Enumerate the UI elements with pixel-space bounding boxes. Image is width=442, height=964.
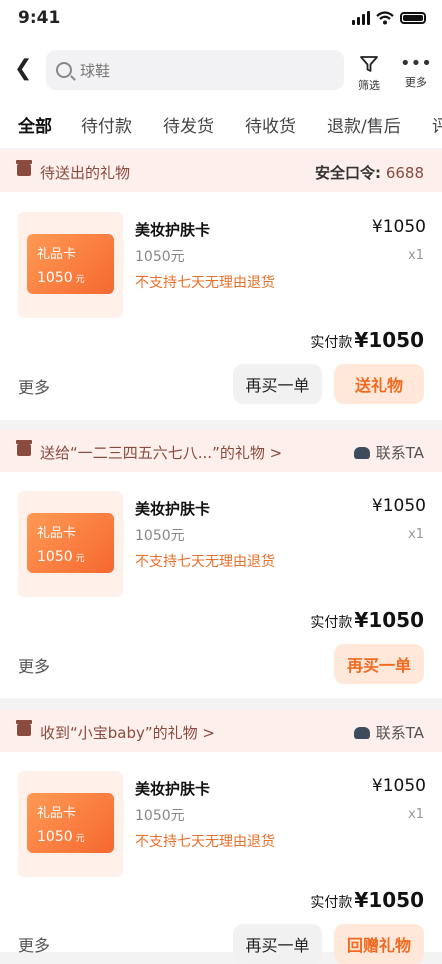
status-icons (352, 11, 426, 25)
product-price: ¥1050 (371, 776, 426, 796)
return-policy-note: 不支持七天无理由退货 (135, 554, 275, 570)
gift-icon (16, 160, 32, 176)
tab-pending-shipment[interactable]: 待发货 (163, 112, 214, 137)
product-thumbnail[interactable]: 礼品卡 1050 元 (18, 491, 123, 597)
product-spec: 1050元 (135, 808, 185, 824)
product-thumbnail[interactable]: 礼品卡 1050 元 (18, 212, 123, 318)
contact-icon (353, 726, 370, 739)
tab-all[interactable]: 全部 (18, 112, 52, 137)
status-time: 9:41 (18, 8, 61, 28)
return-policy-note: 不支持七天无理由退货 (135, 275, 275, 291)
contact-button[interactable]: 联系TA (353, 722, 424, 743)
buy-again-button[interactable]: 再买一单 (233, 364, 322, 404)
tab-pending-payment[interactable]: 待付款 (81, 112, 132, 137)
gift-card-amount: 1050 元 (37, 829, 85, 845)
paid-amount: 实付款 ¥1050 (310, 888, 424, 912)
search-placeholder: 球鞋 (80, 61, 111, 80)
security-code: 安全口令: 6688 (315, 162, 424, 183)
tab-review[interactable]: 评 (432, 112, 442, 137)
paid-amount: 实付款 ¥1050 (310, 608, 424, 632)
product-quantity: x1 (408, 807, 424, 822)
gift-card-amount: 1050 元 (37, 270, 85, 286)
gift-card-label: 礼品卡 (37, 806, 77, 821)
filter-label: 筛选 (358, 79, 380, 92)
buy-again-button[interactable]: 再买一单 (334, 644, 424, 684)
more-button[interactable]: 更多 (18, 374, 50, 398)
more-button[interactable]: 更多 (18, 653, 50, 677)
product-thumbnail[interactable]: 礼品卡 1050 元 (18, 771, 123, 877)
order-status-title[interactable]: 收到“小宝baby”的礼物 > (40, 722, 215, 743)
product-name[interactable]: 美妆护肤卡 (135, 778, 210, 799)
gift-card-image: 礼品卡 1050 元 (27, 793, 114, 853)
gift-card-image: 礼品卡 1050 元 (27, 513, 114, 573)
search-input[interactable]: 球鞋 (46, 50, 344, 90)
wifi-icon (376, 11, 394, 25)
order-status-title: 待送出的礼物 (40, 164, 131, 182)
gift-icon (16, 440, 32, 456)
product-price: ¥1050 (371, 217, 426, 237)
product-name[interactable]: 美妆护肤卡 (135, 219, 210, 240)
order-card: 收到“小宝baby”的礼物 > 联系TA 礼品卡 1050 元 美妆护肤卡 105… (0, 710, 442, 964)
more-button[interactable]: 更多 (18, 932, 50, 956)
filter-button[interactable]: 筛选 (358, 54, 380, 93)
gift-icon (16, 720, 32, 736)
order-card: 送给“一二三四五六七八...”的礼物 > 联系TA 礼品卡 1050 元 美妆护肤… (0, 430, 442, 698)
buy-again-button[interactable]: 再买一单 (233, 924, 322, 964)
battery-icon (400, 12, 426, 24)
product-spec: 1050元 (135, 249, 185, 265)
gift-card-image: 礼品卡 1050 元 (27, 234, 114, 294)
security-code-value: 6688 (385, 164, 424, 182)
order-card: 待送出的礼物 安全口令: 6688 礼品卡 1050 元 美妆护肤卡 1050元 … (0, 150, 442, 420)
more-dots-icon: ••• (400, 53, 432, 74)
back-icon[interactable]: ❮ (14, 56, 32, 81)
security-code-label: 安全口令: (315, 164, 382, 182)
top-bar: ❮ 球鞋 筛选 ••• 更多 (0, 38, 442, 100)
order-card-header: 收到“小宝baby”的礼物 > 联系TA (0, 710, 442, 752)
order-tabs: 全部 待付款 待发货 待收货 退款/售后 评 (0, 100, 442, 148)
contact-icon (353, 446, 370, 459)
order-card-header: 待送出的礼物 安全口令: 6688 (0, 150, 442, 192)
tab-pending-receipt[interactable]: 待收货 (245, 112, 296, 137)
filter-icon (360, 56, 378, 72)
gift-card-amount: 1050 元 (37, 549, 85, 565)
paid-amount: 实付款 ¥1050 (310, 328, 424, 352)
gift-card-label: 礼品卡 (37, 247, 77, 262)
tab-refund[interactable]: 退款/售后 (327, 112, 401, 137)
order-status-title[interactable]: 送给“一二三四五六七八...”的礼物 > (40, 442, 282, 463)
order-card-header: 送给“一二三四五六七八...”的礼物 > 联系TA (0, 430, 442, 472)
signal-icon (352, 11, 370, 25)
send-gift-button[interactable]: 送礼物 (334, 364, 424, 404)
product-quantity: x1 (408, 248, 424, 263)
contact-label: 联系TA (375, 724, 424, 742)
gift-card-label: 礼品卡 (37, 526, 77, 541)
return-gift-button[interactable]: 回赠礼物 (334, 924, 424, 964)
search-icon (56, 62, 72, 78)
product-price: ¥1050 (371, 496, 426, 516)
contact-label: 联系TA (375, 444, 424, 462)
product-quantity: x1 (408, 527, 424, 542)
product-spec: 1050元 (135, 528, 185, 544)
return-policy-note: 不支持七天无理由退货 (135, 834, 275, 850)
status-bar: 9:41 (0, 0, 442, 38)
more-label: 更多 (404, 76, 427, 89)
product-name[interactable]: 美妆护肤卡 (135, 498, 210, 519)
more-menu-button[interactable]: ••• 更多 (400, 54, 432, 90)
contact-button[interactable]: 联系TA (353, 442, 424, 463)
